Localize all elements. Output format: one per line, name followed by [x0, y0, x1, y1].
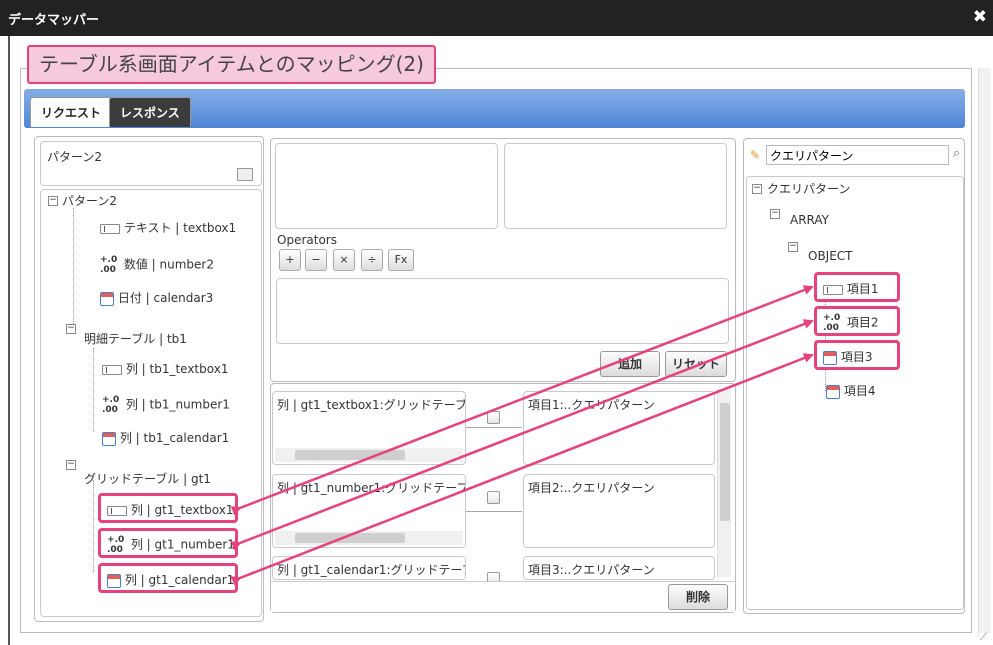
resize-grip[interactable]: ⟋ — [980, 632, 992, 644]
mapping-arrows — [230, 285, 814, 586]
arrow-line — [230, 285, 814, 516]
arrow-line — [230, 319, 814, 551]
arrow-line — [230, 353, 814, 586]
